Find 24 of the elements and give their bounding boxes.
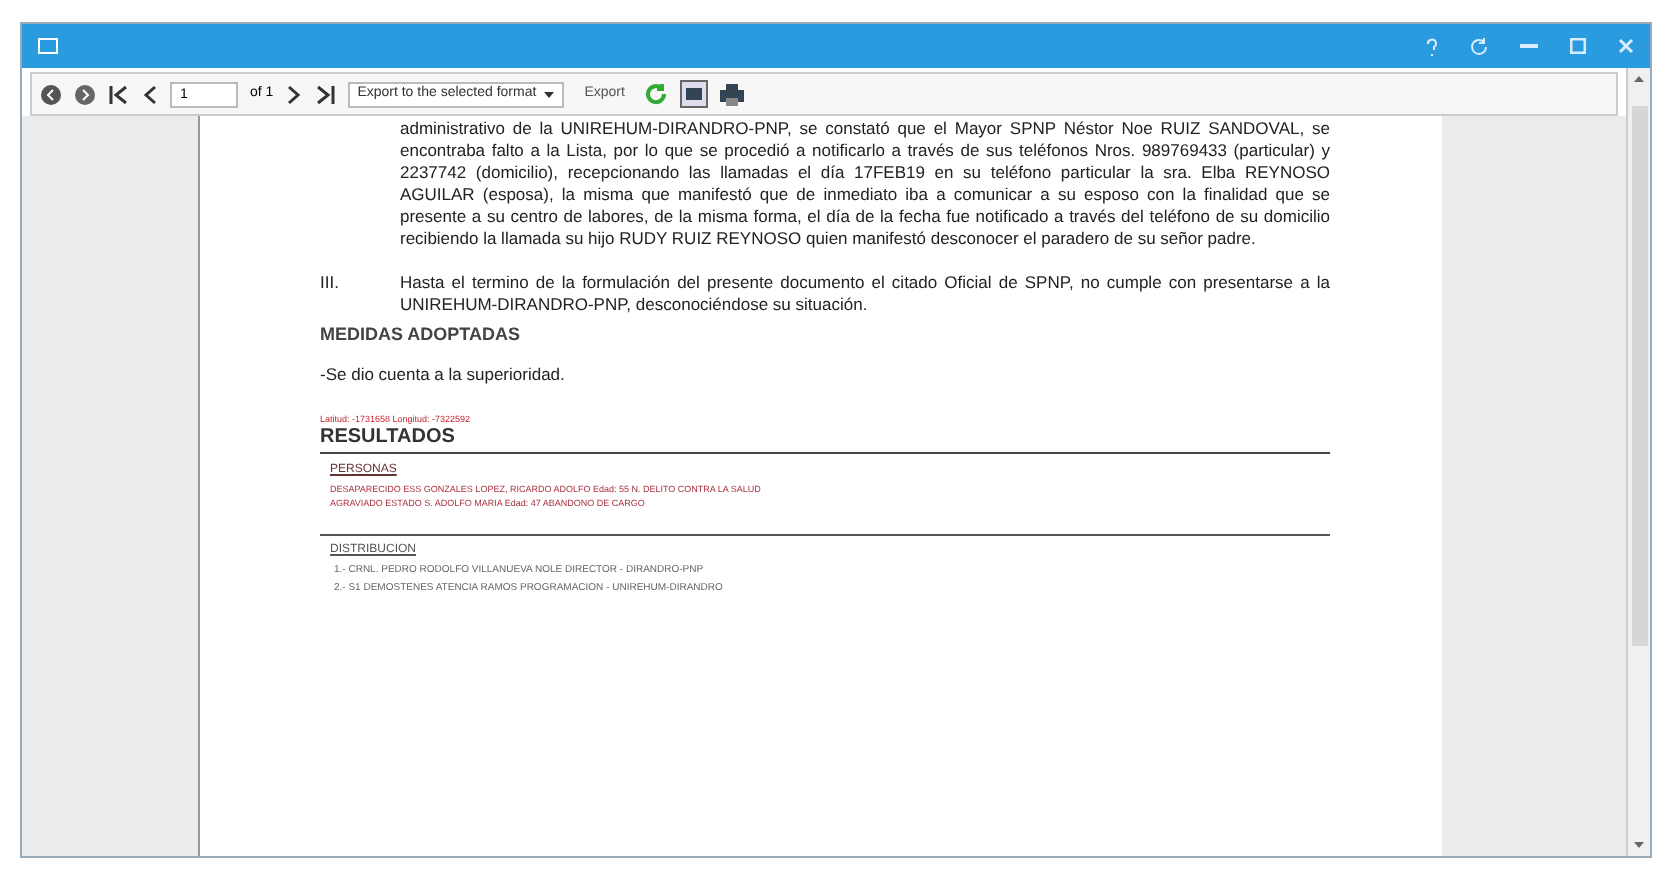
section-heading: MEDIDAS ADOPTADAS	[320, 324, 523, 346]
help-icon[interactable]	[1426, 37, 1438, 55]
section-heading: RESULTADOS	[320, 426, 1330, 454]
maximize-icon[interactable]	[1570, 38, 1586, 54]
scroll-up-icon[interactable]	[1634, 76, 1644, 82]
paragraph: -Se dio cuenta a la superioridad.	[320, 364, 567, 386]
refresh-icon[interactable]	[644, 82, 669, 106]
item-number: III.	[320, 272, 341, 296]
scroll-down-icon[interactable]	[1634, 842, 1644, 848]
caret-icon	[544, 91, 555, 97]
print-icon[interactable]	[720, 83, 745, 105]
window-icon	[38, 38, 58, 54]
scrollbar-thumb[interactable]	[1631, 106, 1647, 646]
previous-page-icon[interactable]	[142, 83, 158, 105]
forward-icon[interactable]	[74, 83, 96, 105]
last-page-icon[interactable]	[313, 83, 336, 105]
close-icon[interactable]	[1618, 38, 1634, 54]
next-page-icon[interactable]	[285, 83, 302, 105]
print-preview-icon[interactable]	[680, 80, 709, 108]
paragraph: Hasta el termino de la formulación del presente documento el citado Oficial de SPNP, no cumple con presentarse a la UNIREHUM-DIRANDRO-PNP, desconociéndose su situación.	[400, 272, 1330, 316]
scrollbar[interactable]	[1626, 68, 1650, 856]
back-icon[interactable]	[40, 83, 62, 105]
paragraph: administrativo de la UNIREHUM-DIRANDRO-PNP, se constató que el Mayor SPNP Néstor Noe RUIZ SANDOVAL, se encontraba falto a la Lista, por lo que se procedió a notificarlo a través de sus teléfonos Nros. 989769433 (particular) y 2237742 (domicilio), recepcionando las llamadas el día 17FEB19 en su teléfono particular la sra. Elba REYNOSO AGUILAR (esposa), la misma que manifestó que de inmediato iba a comunicar a su esposo con la finalidad que se presente a su centro de labores, de la misma forma, el día de la fecha fue notificado a través del teléfono de su domicilio recibiendo la llamada su hijo RUDY RUIZ REYNOSO quien manifestó desconocer el paradero de su señor padre.	[398, 118, 1330, 250]
first-page-icon[interactable]	[108, 83, 130, 105]
